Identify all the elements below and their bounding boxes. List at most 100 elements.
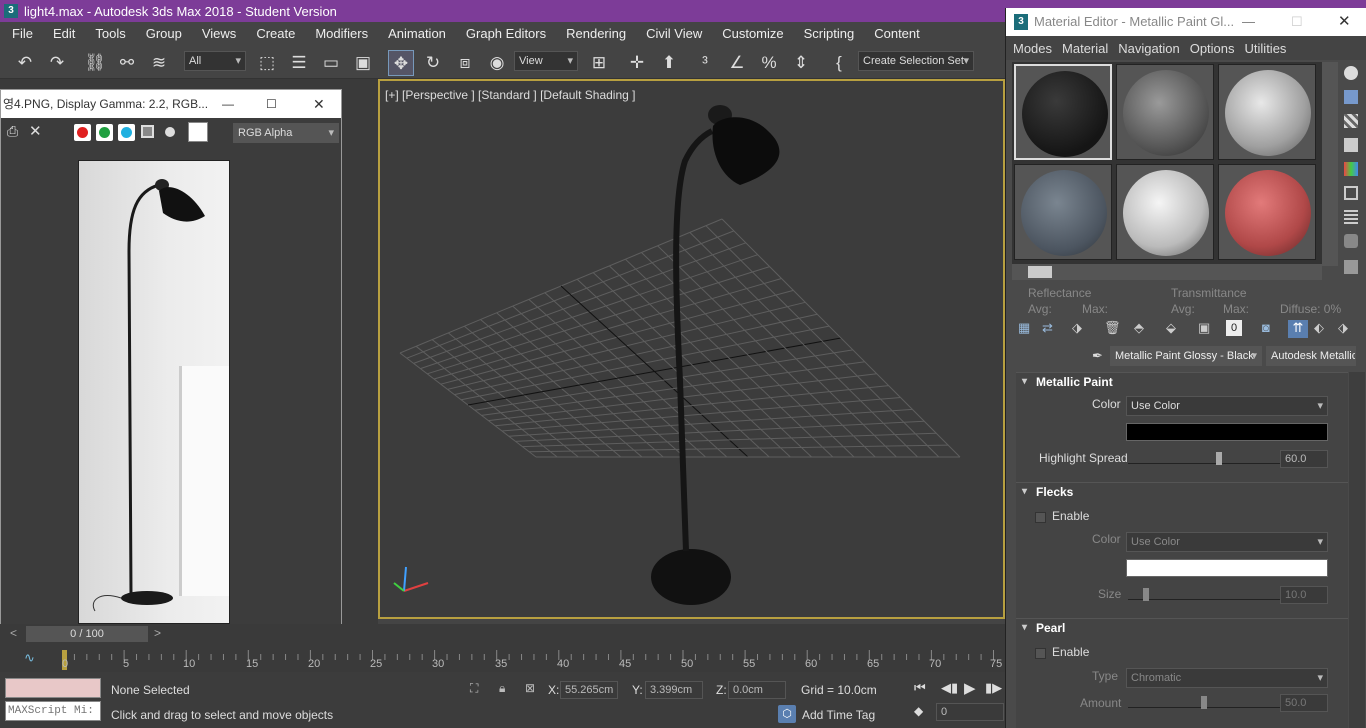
- put-to-scene-icon[interactable]: ⇄: [1042, 320, 1053, 336]
- metallic-color-swatch[interactable]: [1126, 423, 1328, 441]
- close-button[interactable]: ✕: [1338, 8, 1351, 36]
- menu-customize[interactable]: Customize: [722, 26, 783, 41]
- menu-rendering[interactable]: Rendering: [566, 26, 626, 41]
- flecks-enable-checkbox[interactable]: [1035, 512, 1046, 523]
- frame-close-button[interactable]: ✕: [313, 90, 325, 118]
- go-to-start-icon[interactable]: ⏮: [914, 680, 926, 696]
- time-slider-next-icon[interactable]: >: [154, 626, 161, 640]
- previous-frame-icon[interactable]: ◀▮: [941, 680, 958, 696]
- menu-file[interactable]: File: [12, 26, 33, 41]
- lock-icon[interactable]: 🔒︎: [499, 681, 505, 696]
- menu-create[interactable]: Create: [256, 26, 295, 41]
- menu-graph-editors[interactable]: Graph Editors: [466, 26, 546, 41]
- key-mode-icon[interactable]: ◆: [914, 704, 923, 718]
- menu-civil-view[interactable]: Civil View: [646, 26, 702, 41]
- metallic-color-dropdown[interactable]: Use Color: [1126, 396, 1328, 416]
- sample-type-icon[interactable]: [1344, 66, 1358, 80]
- menu-edit[interactable]: Edit: [53, 26, 75, 41]
- mirror-icon[interactable]: ✛: [624, 50, 650, 76]
- window-crossing-icon[interactable]: ▣: [350, 50, 376, 76]
- rollout-scrollbar[interactable]: [1349, 372, 1365, 728]
- pivot-icon[interactable]: ⊞: [586, 50, 612, 76]
- undo-icon[interactable]: ↶: [12, 50, 38, 76]
- time-slider-prev-icon[interactable]: <: [10, 626, 17, 640]
- percent-snap-icon[interactable]: %: [756, 50, 782, 76]
- named-selection-set-dropdown[interactable]: Create Selection Set: [858, 51, 974, 71]
- select-by-material-icon[interactable]: [1344, 234, 1358, 248]
- clear-icon[interactable]: ✕: [29, 122, 42, 140]
- sample-slot[interactable]: [1116, 64, 1214, 160]
- pick-material-icon[interactable]: ✒: [1092, 348, 1103, 364]
- green-channel-icon[interactable]: [99, 127, 110, 138]
- sample-slot[interactable]: [1116, 164, 1214, 260]
- display-channel-dropdown[interactable]: RGB Alpha: [233, 123, 339, 143]
- add-time-tag[interactable]: Add Time Tag: [802, 708, 875, 722]
- save-icon[interactable]: ▣: [1198, 320, 1210, 336]
- current-frame-field[interactable]: 0: [936, 703, 1004, 721]
- link-icon[interactable]: ⛓: [82, 50, 108, 76]
- pearl-type-dropdown[interactable]: Chromatic: [1126, 668, 1328, 688]
- x-coordinate-field[interactable]: 55.265cm: [560, 681, 618, 699]
- angle-snap-icon[interactable]: ∠: [724, 50, 750, 76]
- maximize-button[interactable]: ☐: [1291, 8, 1303, 36]
- spinner-snap-icon[interactable]: ⇕: [788, 50, 814, 76]
- play-icon[interactable]: ▶: [964, 679, 976, 697]
- show-end-result-icon[interactable]: ⇈: [1288, 320, 1308, 338]
- menu-group[interactable]: Group: [146, 26, 182, 41]
- maxscript-listener-pink[interactable]: [5, 678, 101, 698]
- put-to-library-icon[interactable]: ⬙: [1166, 320, 1176, 336]
- isolate-icon[interactable]: ⛶: [470, 681, 478, 696]
- frame-maximize-button[interactable]: ☐: [266, 90, 277, 118]
- menu-views[interactable]: Views: [202, 26, 236, 41]
- next-frame-icon[interactable]: ▮▶: [985, 680, 1002, 696]
- menu-material[interactable]: Material: [1062, 41, 1108, 56]
- backlight-icon[interactable]: [1344, 90, 1358, 104]
- select-object-icon[interactable]: ⬚: [254, 50, 280, 76]
- material-type-button[interactable]: Autodesk Metallic Paint: [1266, 346, 1356, 366]
- selection-filter-dropdown[interactable]: All: [184, 51, 246, 71]
- reset-map-icon[interactable]: 🗑︎: [1104, 320, 1121, 336]
- flecks-color-swatch[interactable]: [1126, 559, 1328, 577]
- select-by-name-icon[interactable]: ☰: [286, 50, 312, 76]
- curve-editor-icon[interactable]: ∿: [24, 650, 35, 666]
- ref-coord-dropdown[interactable]: View: [514, 51, 578, 71]
- menu-tools[interactable]: Tools: [95, 26, 125, 41]
- mono-icon[interactable]: [165, 127, 175, 137]
- background-color-swatch[interactable]: [188, 122, 208, 142]
- menu-scripting[interactable]: Scripting: [804, 26, 855, 41]
- pearl-amount-field[interactable]: 50.0: [1280, 694, 1328, 712]
- make-unique-icon[interactable]: ⬘: [1134, 320, 1144, 336]
- slider-thumb[interactable]: [1201, 696, 1207, 709]
- z-coordinate-field[interactable]: 0.0cm: [728, 681, 786, 699]
- perspective-viewport[interactable]: [+] [Perspective ] [Standard ] [Default …: [378, 79, 1005, 619]
- pearl-rollout-header[interactable]: Pearl: [1016, 618, 1348, 638]
- rect-region-icon[interactable]: ▭: [318, 50, 344, 76]
- rotate-icon[interactable]: ↻: [420, 50, 446, 76]
- slots-horizontal-scrollbar[interactable]: [1012, 264, 1322, 280]
- menu-modifiers[interactable]: Modifiers: [315, 26, 368, 41]
- snap-3d-icon[interactable]: ³: [692, 50, 718, 76]
- alpha-channel-icon[interactable]: [141, 125, 154, 138]
- slots-vertical-scrollbar[interactable]: [1322, 62, 1338, 266]
- bind-space-warp-icon[interactable]: ≋: [146, 50, 172, 76]
- maxscript-input[interactable]: [5, 701, 101, 721]
- slider-thumb[interactable]: [1215, 452, 1222, 465]
- material-navigator-icon[interactable]: [1344, 260, 1358, 274]
- material-id-channel-icon[interactable]: 0: [1226, 320, 1242, 336]
- redo-icon[interactable]: ↷: [44, 50, 70, 76]
- menu-modes[interactable]: Modes: [1013, 41, 1052, 56]
- move-icon[interactable]: ✥: [388, 50, 414, 76]
- sample-slot[interactable]: [1218, 164, 1316, 260]
- menu-utilities[interactable]: Utilities: [1245, 41, 1287, 56]
- frame-minimize-button[interactable]: —: [222, 90, 234, 118]
- slider-thumb[interactable]: [1142, 588, 1149, 601]
- flecks-size-field[interactable]: 10.0: [1280, 586, 1328, 604]
- y-coordinate-field[interactable]: 3.399cm: [645, 681, 703, 699]
- get-material-icon[interactable]: ▦: [1018, 320, 1030, 336]
- make-preview-icon[interactable]: [1344, 186, 1358, 200]
- menu-options[interactable]: Options: [1190, 41, 1235, 56]
- sample-slot[interactable]: [1014, 64, 1112, 160]
- flecks-color-dropdown[interactable]: Use Color: [1126, 532, 1328, 552]
- metallic-paint-rollout-header[interactable]: Metallic Paint: [1016, 372, 1348, 392]
- pearl-enable-checkbox[interactable]: [1035, 648, 1046, 659]
